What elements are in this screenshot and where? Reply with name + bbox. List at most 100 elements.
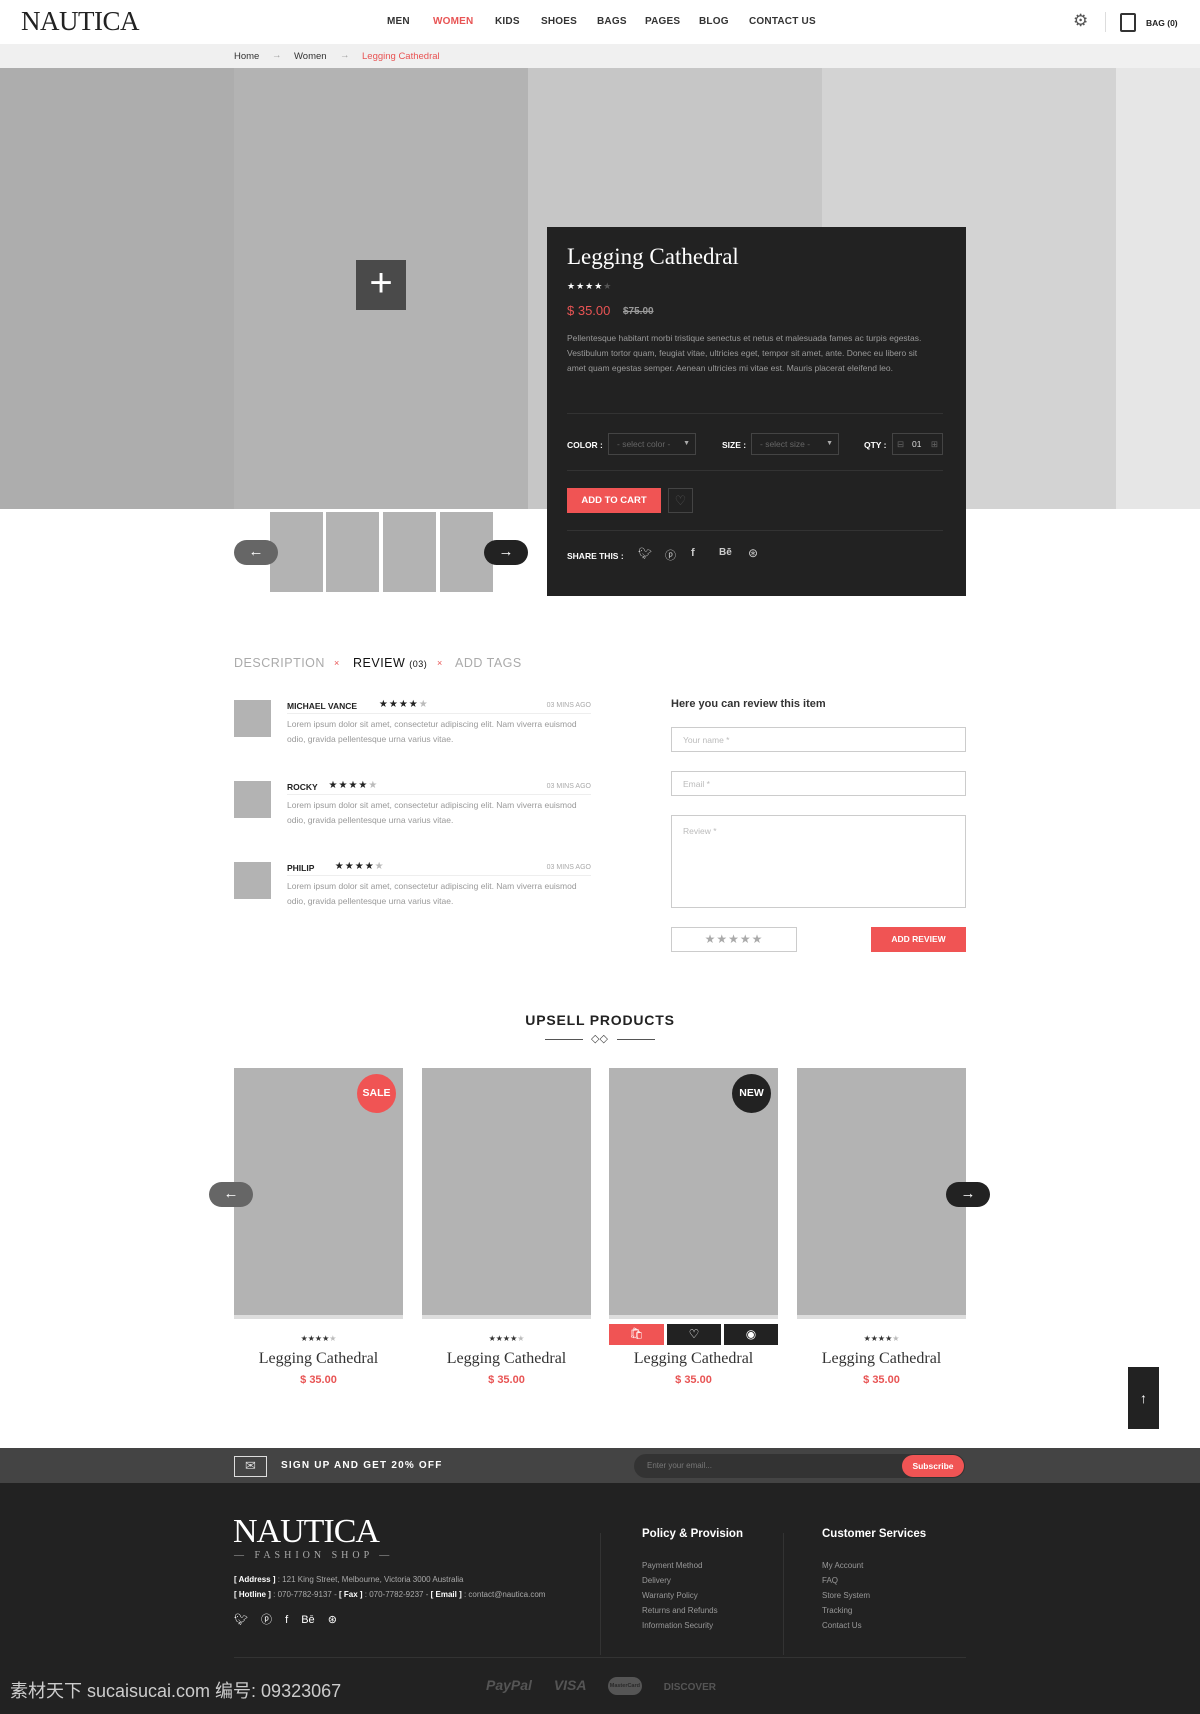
- twitter-icon[interactable]: 🐦︎: [638, 547, 652, 560]
- wishlist-heart-button[interactable]: ♡: [667, 1324, 721, 1345]
- nav-women[interactable]: WOMEN: [433, 16, 473, 27]
- newsletter-bar: ✉ SIGN UP AND GET 20% OFF Enter your ema…: [0, 1448, 1200, 1483]
- footer-link[interactable]: Contact Us: [822, 1618, 870, 1633]
- tab-add-tags[interactable]: ADD TAGS: [455, 656, 522, 670]
- fax-label: [ Fax ]: [338, 1590, 363, 1599]
- name-input[interactable]: Your name *: [671, 727, 966, 752]
- footer-tagline: — FASHION SHOP —: [234, 1550, 394, 1561]
- footer-link[interactable]: My Account: [822, 1558, 870, 1573]
- product-card-image[interactable]: [797, 1068, 966, 1319]
- divider: [600, 1533, 601, 1655]
- header: NAUTICA MEN WOMEN KIDS SHOES BAGS PAGES …: [0, 0, 1200, 44]
- thumbnail[interactable]: [326, 512, 379, 592]
- reviewer-name: PHILIP: [287, 863, 315, 873]
- share-label: SHARE THIS :: [567, 551, 624, 561]
- rating-input-stars[interactable]: ★★★★★: [671, 927, 797, 952]
- size-select[interactable]: - select size - ▼: [751, 433, 839, 455]
- email-value[interactable]: : contact@nautica.com: [464, 1590, 546, 1599]
- new-badge: NEW: [732, 1074, 771, 1113]
- facebook-icon[interactable]: f: [691, 547, 695, 559]
- hotline-label: [ Hotline ]: [234, 1590, 271, 1599]
- qty-value[interactable]: 01: [912, 434, 921, 454]
- reviewer-avatar: [234, 781, 271, 818]
- pinterest-icon[interactable]: ⓟ: [665, 547, 676, 563]
- logo[interactable]: NAUTICA: [21, 6, 140, 37]
- nav-contact-us[interactable]: CONTACT US: [749, 16, 816, 27]
- scroll-to-top-button[interactable]: ↑: [1128, 1367, 1159, 1429]
- caret-down-icon: ▼: [826, 440, 833, 447]
- product-card-title[interactable]: Legging Cathedral: [422, 1350, 591, 1368]
- footer-link[interactable]: Payment Method: [642, 1558, 718, 1573]
- qty-stepper[interactable]: ⊟ 01 ⊞: [892, 433, 943, 455]
- add-to-cart-icon-button[interactable]: 🛍︎: [609, 1324, 664, 1345]
- footer-logo: NAUTICA: [233, 1513, 380, 1550]
- review-time: 03 MINS AGO: [546, 702, 591, 709]
- diamond-ornament-icon: ◇◇: [591, 1033, 608, 1045]
- nav-shoes[interactable]: SHOES: [541, 16, 577, 27]
- thumb-prev-button[interactable]: ←: [234, 540, 278, 565]
- breadcrumb-home[interactable]: Home: [234, 51, 259, 62]
- footer-link[interactable]: Delivery: [642, 1573, 718, 1588]
- minus-icon[interactable]: ⊟: [897, 434, 904, 454]
- footer-link[interactable]: Store System: [822, 1588, 870, 1603]
- product-title: Legging Cathedral: [567, 244, 739, 269]
- nav-blog[interactable]: BLOG: [699, 16, 729, 27]
- nav-men[interactable]: MEN: [387, 16, 410, 27]
- dribbble-icon[interactable]: ⊛: [748, 546, 758, 560]
- add-review-button[interactable]: ADD REVIEW: [871, 927, 966, 952]
- color-select-value: - select color -: [617, 439, 671, 449]
- color-select[interactable]: - select color - ▼: [608, 433, 696, 455]
- bag-icon[interactable]: [1120, 13, 1136, 32]
- product-description: Pellentesque habitant morbi tristique se…: [567, 333, 922, 373]
- footer-link[interactable]: FAQ: [822, 1573, 870, 1588]
- upsell-prev-button[interactable]: ←: [209, 1182, 253, 1207]
- review-stars: ★★★★★: [378, 699, 429, 710]
- tab-review[interactable]: REVIEW (03): [353, 656, 427, 670]
- review-time: 03 MINS AGO: [546, 783, 591, 790]
- tab-description[interactable]: DESCRIPTION: [234, 656, 325, 670]
- paypal-logo: PayPal: [486, 1677, 532, 1693]
- rating-stars: ★★★★★: [567, 281, 613, 291]
- nav-pages[interactable]: PAGES: [645, 16, 680, 27]
- bag-label[interactable]: BAG (0): [1146, 18, 1178, 28]
- quick-view-eye-button[interactable]: ◉: [724, 1324, 778, 1345]
- dribbble-icon[interactable]: ⊛: [328, 1614, 337, 1626]
- footer-link[interactable]: Information Security: [642, 1618, 718, 1633]
- product-card-title[interactable]: Legging Cathedral: [234, 1350, 403, 1368]
- divider: [287, 875, 591, 876]
- review-text: Lorem ipsum dolor sit amet, consectetur …: [287, 881, 577, 906]
- tagline-text: FASHION SHOP: [254, 1550, 373, 1561]
- tab-review-label: REVIEW: [353, 656, 406, 670]
- product-card-image[interactable]: [422, 1068, 591, 1319]
- email-input[interactable]: Email *: [671, 771, 966, 796]
- plus-icon[interactable]: ⊞: [931, 434, 938, 454]
- tab-separator: ×: [334, 658, 340, 668]
- twitter-icon[interactable]: 🐦︎: [234, 1614, 248, 1626]
- pinterest-icon[interactable]: ⓟ: [261, 1614, 272, 1626]
- divider: [287, 713, 591, 714]
- footer-link[interactable]: Warranty Policy: [642, 1588, 718, 1603]
- behance-icon[interactable]: Bē: [719, 547, 732, 558]
- nav-kids[interactable]: KIDS: [495, 16, 520, 27]
- thumbnail[interactable]: [383, 512, 436, 592]
- behance-icon[interactable]: Bē: [301, 1614, 314, 1626]
- policy-title: Policy & Provision: [642, 1528, 743, 1540]
- facebook-icon[interactable]: f: [285, 1614, 288, 1626]
- footer-link[interactable]: Returns and Refunds: [642, 1603, 718, 1618]
- review-textarea[interactable]: Review *: [671, 815, 966, 908]
- add-to-cart-button[interactable]: ADD TO CART: [567, 488, 661, 513]
- nav-bags[interactable]: BAGS: [597, 16, 627, 27]
- breadcrumb-women[interactable]: Women: [294, 51, 327, 62]
- subscribe-button[interactable]: Subscribe: [902, 1455, 964, 1477]
- gear-icon[interactable]: ⚙: [1073, 11, 1088, 31]
- review-form-title: Here you can review this item: [671, 698, 826, 710]
- product-card-title[interactable]: Legging Cathedral: [609, 1350, 778, 1368]
- thumb-next-button[interactable]: →: [484, 540, 528, 565]
- address-value: : 121 King Street, Melbourne, Victoria 3…: [277, 1575, 464, 1584]
- footer-link[interactable]: Tracking: [822, 1603, 870, 1618]
- product-card-title[interactable]: Legging Cathedral: [797, 1350, 966, 1368]
- upsell-next-button[interactable]: →: [946, 1182, 990, 1207]
- product-card-price: $ 35.00: [300, 1374, 337, 1386]
- wishlist-heart-button[interactable]: ♡: [668, 488, 693, 513]
- zoom-plus-button[interactable]: +: [356, 260, 406, 310]
